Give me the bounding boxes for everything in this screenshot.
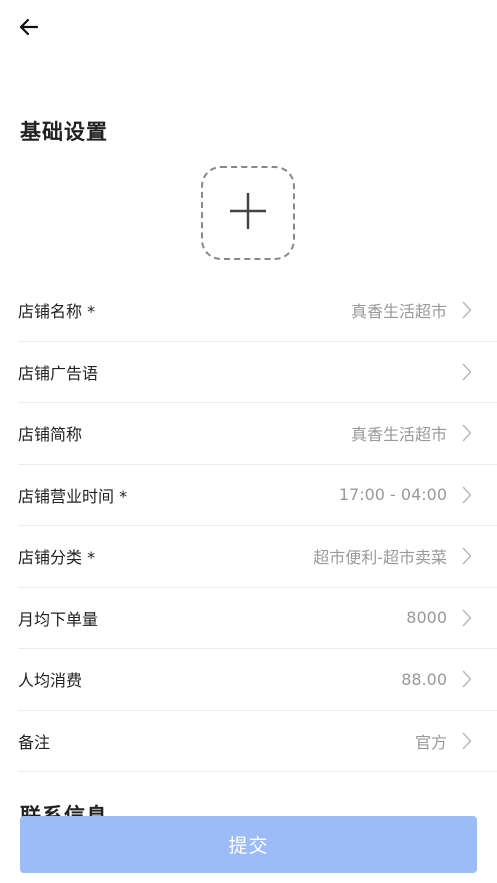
field-value: 真香生活超市: [350, 302, 447, 322]
field-store-slogan[interactable]: 店铺广告语: [18, 342, 497, 403]
field-business-hours[interactable]: 店铺营业时间 * 17:00 - 04:00: [18, 465, 497, 526]
arrow-left-icon: [17, 15, 41, 43]
field-label: 店铺分类 *: [18, 548, 96, 568]
field-store-name[interactable]: 店铺名称 * 真香生活超市: [18, 280, 497, 342]
chevron-right-icon: [459, 546, 475, 566]
store-settings-page: 基础设置 店铺名称 * 真香生活超市 店铺广告语 店铺简称 真香生活超市 店铺营…: [0, 0, 497, 883]
chevron-right-icon: [459, 485, 475, 505]
chevron-right-icon: [459, 608, 475, 628]
field-label: 店铺名称 *: [18, 302, 96, 322]
chevron-right-icon: [459, 423, 475, 443]
field-value: 88.00: [401, 669, 447, 689]
field-value: 真香生活超市: [350, 425, 447, 445]
settings-list: 店铺名称 * 真香生活超市 店铺广告语 店铺简称 真香生活超市 店铺营业时间 *…: [18, 280, 497, 772]
field-value: 8000: [406, 608, 447, 628]
submit-button[interactable]: 提交: [20, 816, 477, 873]
chevron-right-icon: [459, 669, 475, 689]
field-store-category[interactable]: 店铺分类 * 超市便利-超市卖菜: [18, 526, 497, 588]
chevron-right-icon: [459, 362, 475, 382]
field-per-capita-spend[interactable]: 人均消费 88.00: [18, 649, 497, 711]
field-value: 超市便利-超市卖菜: [313, 548, 447, 568]
field-label: 店铺简称: [18, 425, 83, 445]
field-monthly-orders[interactable]: 月均下单量 8000: [18, 588, 497, 649]
chevron-right-icon: [459, 731, 475, 751]
field-label: 月均下单量: [18, 609, 99, 629]
section-title-basic-settings: 基础设置: [20, 120, 108, 144]
field-value: 17:00 - 04:00: [338, 485, 447, 505]
field-remarks[interactable]: 备注 官方: [18, 711, 497, 772]
chevron-right-icon: [459, 300, 475, 320]
field-store-short-name[interactable]: 店铺简称 真香生活超市: [18, 403, 497, 465]
field-label: 店铺营业时间 *: [18, 486, 128, 506]
field-label: 备注: [18, 732, 51, 752]
back-button[interactable]: [14, 14, 44, 44]
field-value: 官方: [414, 732, 447, 752]
upload-logo-button[interactable]: [201, 166, 295, 260]
plus-icon: [228, 191, 268, 235]
field-label: 店铺广告语: [18, 363, 99, 383]
field-label: 人均消费: [18, 671, 83, 691]
